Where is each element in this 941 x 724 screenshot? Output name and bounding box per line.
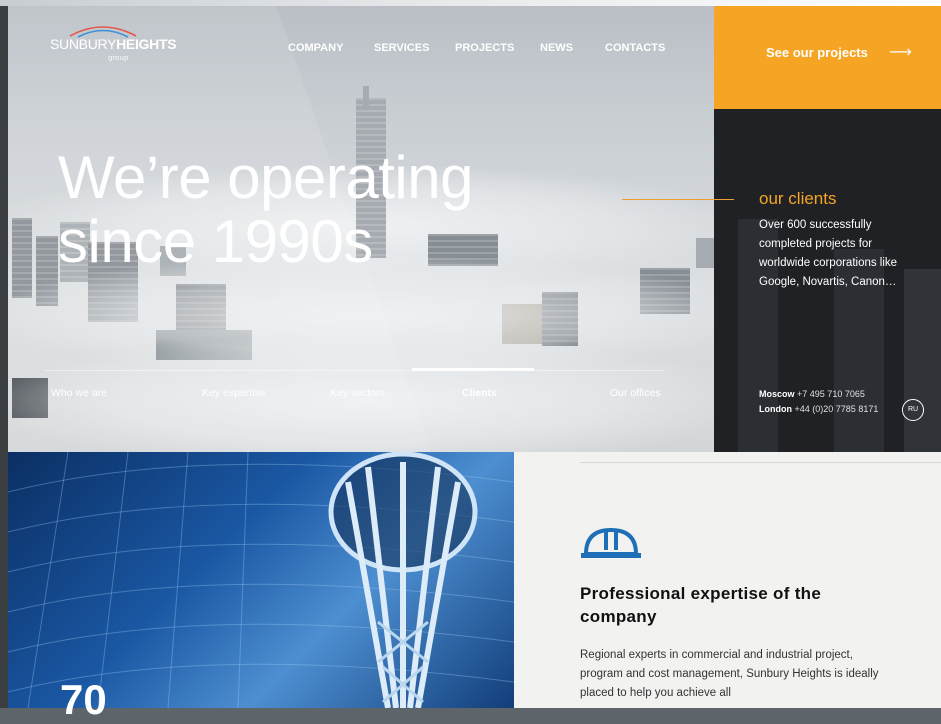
building xyxy=(904,269,941,452)
expertise-section: Professional expertise of the company Re… xyxy=(514,452,941,708)
divider xyxy=(580,462,941,463)
see-projects-label: See our projects xyxy=(766,45,868,60)
language-switch[interactable]: RU xyxy=(902,399,924,421)
company-logo[interactable]: SUNBURYHEIGHTS group xyxy=(50,26,190,68)
hero-title-line1: We’re operating xyxy=(58,144,473,211)
expertise-text: Regional experts in commercial and indus… xyxy=(580,649,879,699)
active-tab-indicator xyxy=(412,368,534,371)
tabs-divider xyxy=(44,370,664,371)
contact-phone: +44 (0)20 7785 8171 xyxy=(794,404,879,414)
tab-key-sectors[interactable]: Key sectors xyxy=(330,387,385,399)
contact-london[interactable]: London +44 (0)20 7785 8171 xyxy=(759,404,878,414)
arrow-right-icon: ⟶ xyxy=(889,42,912,61)
tab-who-we-are[interactable]: Who we are xyxy=(51,387,107,399)
left-edge xyxy=(0,0,8,708)
clients-description: Over 600 successfully completed projects… xyxy=(759,219,898,288)
tower-spire xyxy=(363,86,369,106)
logo-text: SUNBURYHEIGHTS xyxy=(50,36,177,52)
nav-contacts[interactable]: CONTACTS xyxy=(605,42,665,54)
see-projects-button[interactable]: See our projects ⟶ xyxy=(714,6,941,109)
clients-title: our clients xyxy=(759,189,837,208)
nav-services[interactable]: SERVICES xyxy=(374,42,429,54)
hard-hat-icon xyxy=(581,527,641,558)
logo-subtitle: group xyxy=(108,54,129,62)
contact-city: Moscow xyxy=(759,389,795,399)
nav-company[interactable]: COMPANY xyxy=(288,42,343,54)
hero-title-line2: since 1990s xyxy=(58,208,373,275)
stat-number: 70 xyxy=(60,676,107,723)
contact-phone: +7 495 710 7065 xyxy=(797,389,865,399)
tower-illustration xyxy=(8,452,514,708)
tab-clients[interactable]: Clients xyxy=(462,387,497,399)
expertise-title: Professional expertise of the company xyxy=(580,584,822,626)
tab-our-offices[interactable]: Our offices xyxy=(610,387,661,399)
nav-news[interactable]: NEWS xyxy=(540,42,573,54)
nav-projects[interactable]: PROJECTS xyxy=(455,42,514,54)
clients-pointer-line xyxy=(622,199,734,200)
contact-city: London xyxy=(759,404,792,414)
contact-moscow[interactable]: Moscow +7 495 710 7065 xyxy=(759,389,865,399)
tab-key-expertise[interactable]: Key expertise xyxy=(202,387,266,399)
tower-image xyxy=(8,452,514,708)
hero-title: We’re operating since 1990s xyxy=(58,146,618,274)
